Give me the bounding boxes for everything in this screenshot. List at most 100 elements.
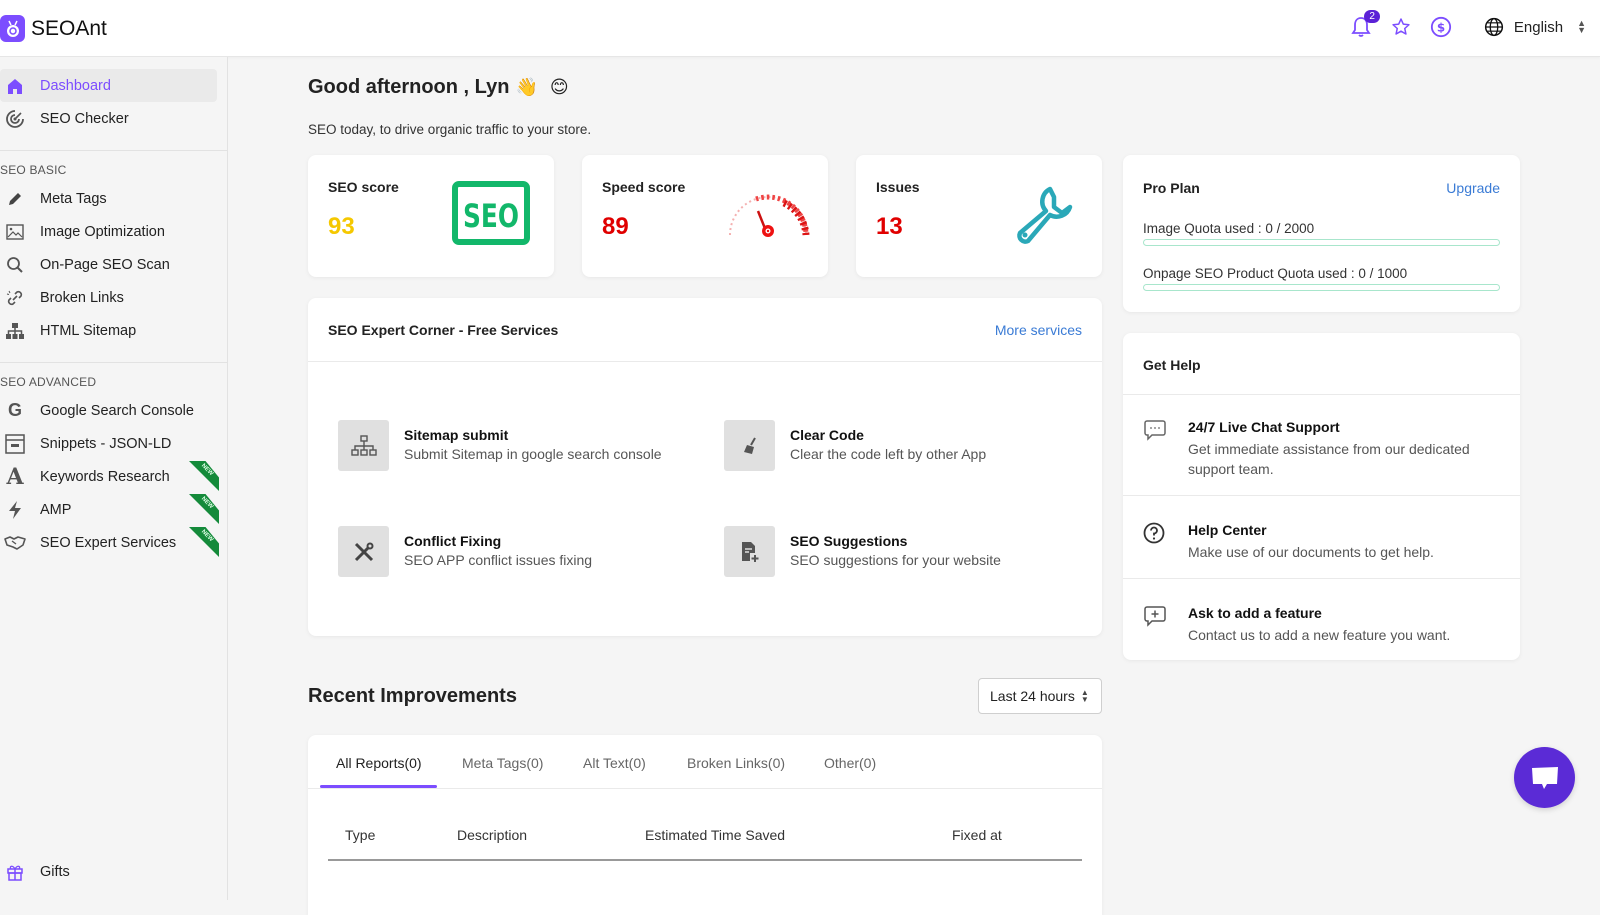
- sitemap-icon: [4, 320, 26, 342]
- column-header-description: Description: [457, 827, 528, 843]
- sort-arrows-icon: ▲ ▼: [1080, 688, 1089, 704]
- chat-bubble-icon: [1531, 766, 1558, 789]
- star-icon: [1392, 18, 1410, 35]
- tab-all-reports[interactable]: All Reports(0): [336, 755, 422, 771]
- target-icon: [4, 108, 26, 130]
- service-desc: Submit Sitemap in google search console: [404, 446, 662, 462]
- sidebar-item-dashboard[interactable]: Dashboard: [0, 69, 217, 102]
- seo-score-card[interactable]: SEO score 93 SEO: [308, 155, 554, 277]
- active-tab-indicator: [320, 785, 437, 788]
- sidebar-item-meta-tags[interactable]: Meta Tags: [0, 182, 227, 215]
- document-plus-icon: [724, 526, 775, 577]
- column-header-fixed-at: Fixed at: [952, 827, 1002, 843]
- bolt-icon: [4, 499, 26, 521]
- plan-title: Pro Plan: [1143, 180, 1200, 196]
- help-divider: [1123, 578, 1520, 579]
- billing-button[interactable]: $: [1428, 14, 1454, 40]
- language-selector[interactable]: English ▲ ▼: [1484, 17, 1586, 37]
- onpage-quota-label: Onpage SEO Product Quota used : 0 / 1000: [1143, 266, 1408, 281]
- sidebar-item-seo-checker[interactable]: SEO Checker: [0, 102, 227, 135]
- sidebar-divider: [0, 362, 227, 363]
- sidebar-item-keywords-research[interactable]: A Keywords Research NEW: [0, 460, 227, 493]
- gifts-label: Gifts: [40, 864, 70, 880]
- recent-improvements-card: All Reports(0) Meta Tags(0) Alt Text(0) …: [308, 735, 1102, 915]
- sidebar-item-gifts[interactable]: Gifts: [4, 861, 70, 883]
- recent-improvements-title: Recent Improvements: [308, 685, 517, 707]
- notifications-button[interactable]: 2: [1348, 10, 1380, 40]
- notification-badge: 2: [1364, 10, 1380, 23]
- service-title: Sitemap submit: [404, 427, 509, 443]
- speed-score-value: 89: [602, 213, 629, 240]
- sidebar-item-image-optimization[interactable]: Image Optimization: [0, 215, 227, 248]
- sidebar-item-broken-links[interactable]: Broken Links: [0, 281, 227, 314]
- sidebar: Dashboard SEO Checker SEO BASIC Meta Tag…: [0, 57, 228, 900]
- sidebar-item-seo-expert-services[interactable]: SEO Expert Services NEW: [0, 526, 227, 559]
- issues-card[interactable]: Issues 13: [856, 155, 1102, 277]
- favorite-button[interactable]: [1388, 14, 1414, 40]
- time-range-value: Last 24 hours: [990, 688, 1075, 704]
- tab-other[interactable]: Other(0): [824, 755, 876, 771]
- more-services-link[interactable]: More services: [995, 322, 1082, 338]
- sidebar-item-label: On-Page SEO Scan: [40, 256, 170, 273]
- pencil-icon: [4, 188, 26, 210]
- sidebar-item-google-search-console[interactable]: G Google Search Console: [0, 394, 227, 427]
- expert-corner-card: SEO Expert Corner - Free Services More s…: [308, 298, 1102, 636]
- app-logo[interactable]: SEOAnt: [0, 15, 107, 42]
- tab-meta-tags[interactable]: Meta Tags(0): [462, 755, 543, 771]
- column-header-time-saved: Estimated Time Saved: [645, 827, 786, 843]
- pro-plan-card: Pro Plan Upgrade Image Quota used : 0 / …: [1123, 155, 1520, 312]
- speed-score-label: Speed score: [602, 179, 686, 195]
- tab-alt-text[interactable]: Alt Text(0): [583, 755, 646, 771]
- greeting-subtitle: SEO today, to drive organic traffic to y…: [308, 122, 592, 137]
- tools-icon: [338, 526, 389, 577]
- section-label-advanced: SEO ADVANCED: [0, 375, 97, 389]
- live-chat-button[interactable]: [1514, 747, 1575, 808]
- broken-link-icon: [4, 287, 26, 309]
- sidebar-item-label: Dashboard: [40, 77, 111, 94]
- home-icon: [4, 75, 26, 97]
- sidebar-item-snippets-json-ld[interactable]: Snippets - JSON-LD: [0, 427, 227, 460]
- help-item-desc: Contact us to add a new feature you want…: [1188, 627, 1451, 643]
- handshake-icon: [4, 532, 26, 554]
- new-badge: NEW: [189, 494, 219, 524]
- speed-score-card[interactable]: Speed score 89: [582, 155, 828, 277]
- service-conflict-fixing[interactable]: Conflict Fixing SEO APP conflict issues …: [338, 526, 592, 577]
- sidebar-item-label: SEO Expert Services: [40, 534, 177, 551]
- speedometer-icon: [726, 187, 810, 244]
- service-clear-code[interactable]: Clear Code Clear the code left by other …: [724, 420, 986, 471]
- smile-emoji-icon: 😊: [549, 77, 569, 97]
- sidebar-item-amp[interactable]: AMP NEW: [0, 493, 227, 526]
- service-sitemap-submit[interactable]: Sitemap submit Submit Sitemap in google …: [338, 420, 662, 471]
- sitemap-icon: [338, 420, 389, 471]
- report-tabs: All Reports(0) Meta Tags(0) Alt Text(0) …: [308, 735, 1102, 789]
- sidebar-item-label: Meta Tags: [40, 190, 107, 207]
- service-title: SEO Suggestions: [790, 533, 908, 549]
- upgrade-link[interactable]: Upgrade: [1446, 180, 1500, 196]
- globe-icon: [1484, 17, 1503, 37]
- app-name: SEOAnt: [31, 16, 107, 40]
- sort-arrows-icon: ▲ ▼: [1577, 18, 1586, 35]
- onpage-quota: Onpage SEO Product Quota used : 0 / 1000: [1143, 266, 1500, 291]
- sidebar-item-on-page-seo-scan[interactable]: On-Page SEO Scan: [0, 248, 227, 281]
- service-desc: SEO suggestions for your website: [790, 552, 1001, 568]
- sidebar-item-label: Keywords Research: [40, 468, 170, 485]
- search-icon: [4, 254, 26, 276]
- image-quota-bar: [1143, 239, 1500, 246]
- service-title: Clear Code: [790, 427, 864, 443]
- sidebar-item-label: Image Optimization: [40, 223, 165, 240]
- tab-broken-links[interactable]: Broken Links(0): [687, 755, 785, 771]
- service-desc: SEO APP conflict issues fixing: [404, 552, 593, 568]
- seo-score-label: SEO score: [328, 179, 399, 195]
- sidebar-item-html-sitemap[interactable]: HTML Sitemap: [0, 314, 227, 347]
- language-label: English: [1513, 18, 1564, 36]
- top-bar: SEOAnt 2 $ English ▲ ▼: [0, 0, 1600, 57]
- sidebar-item-label: SEO Checker: [40, 110, 129, 127]
- snippet-icon: [4, 433, 26, 455]
- help-divider: [1123, 495, 1520, 496]
- get-help-title: Get Help: [1143, 357, 1201, 373]
- service-seo-suggestions[interactable]: SEO Suggestions SEO suggestions for your…: [724, 526, 1001, 577]
- chat-plus-icon: [1143, 605, 1167, 629]
- onpage-quota-bar: [1143, 284, 1500, 291]
- image-quota-label: Image Quota used : 0 / 2000: [1143, 221, 1315, 236]
- time-range-select[interactable]: Last 24 hours ▲ ▼: [978, 678, 1102, 714]
